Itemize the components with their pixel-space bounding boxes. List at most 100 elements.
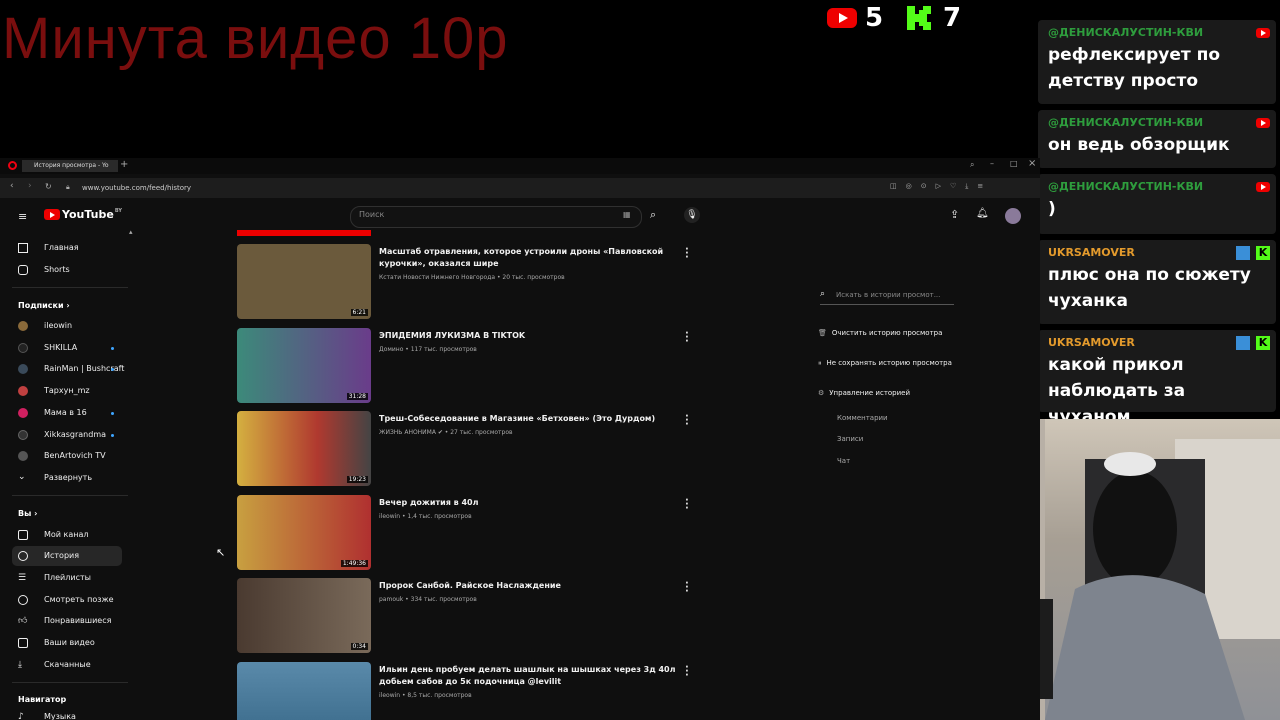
sidebar-item-watch-later[interactable]: Смотреть позже	[12, 590, 122, 610]
video-thumbnail[interactable]: 0:34	[237, 578, 371, 653]
kick-icon: K	[1256, 246, 1270, 260]
reload-icon[interactable]: ↻	[45, 182, 52, 191]
close-icon[interactable]: ×	[1028, 158, 1036, 169]
more-actions-icon[interactable]: · · ·	[685, 329, 691, 347]
more-actions-icon[interactable]: · · ·	[685, 663, 691, 681]
history-posts-link[interactable]: Записи	[837, 435, 863, 443]
manage-history-button[interactable]: ⚙ Управление историей	[818, 389, 910, 397]
sidebar-item-subscription[interactable]: Тархун_mz	[12, 381, 122, 401]
more-actions-icon[interactable]: · · ·	[685, 496, 691, 514]
search-bar[interactable]: Поиск ▦	[350, 206, 642, 228]
sidebar-item-liked[interactable]: 👍︎ Понравившиеся	[12, 611, 122, 631]
youtube-home-logo[interactable]: YouTube BY	[44, 208, 122, 221]
history-search[interactable]: ⌕ Искать в истории просмот...	[820, 288, 954, 305]
chat-text: плюс она по сюжету чуханка	[1048, 265, 1251, 311]
video-thumbnail[interactable]	[237, 662, 371, 720]
sidebar-item-label: Развернуть	[44, 473, 93, 482]
channel-avatar	[18, 321, 28, 331]
back-icon[interactable]: ‹	[10, 181, 14, 191]
history-video-item[interactable]: 1:49:36 Вечер дожития в 40л ileowin • 1,…	[237, 495, 737, 571]
video-title[interactable]: ЭПИДЕМИЯ ЛУКИЗМА В TIKTOK	[379, 330, 679, 342]
sidebar-item-music[interactable]: ♪ Музыка	[12, 707, 122, 720]
history-video-item[interactable]: 0:34 Пророк Санбой. Райское Наслаждение …	[237, 578, 737, 654]
search-input[interactable]: Поиск	[359, 210, 384, 219]
subscriptions-header[interactable]: Подписки ›	[18, 301, 70, 310]
history-video-item[interactable]: 19:23 Треш-Собеседование в Магазине «Бет…	[237, 411, 737, 487]
more-actions-icon[interactable]: · · ·	[685, 579, 691, 597]
chevron-down-icon: ⌄	[18, 472, 26, 482]
chat-message: @ДЕНИСКАЛУСТИН-КВИ он ведь обзорщик	[1038, 110, 1276, 168]
sidebar-item-playlists[interactable]: ☰ Плейлисты	[12, 568, 122, 588]
music-icon: ♪	[18, 712, 24, 720]
video-title[interactable]: Пророк Санбой. Райское Наслаждение	[379, 580, 679, 592]
sidebar-item-label: ileowin	[44, 321, 73, 330]
more-actions-icon[interactable]: · · ·	[685, 412, 691, 430]
account-avatar[interactable]	[1005, 208, 1021, 224]
sidebar-item-subscription[interactable]: Xikkasgrandma	[12, 425, 122, 445]
browser-tab[interactable]: История просмотра - Yo	[22, 160, 118, 172]
maximize-icon[interactable]: □	[1010, 159, 1018, 168]
lock-icon: 🔒︎	[66, 183, 70, 191]
badge-icon	[1236, 246, 1250, 260]
notifications-icon[interactable]: 🔔︎	[976, 208, 989, 219]
url-field[interactable]: www.youtube.com/feed/history	[82, 184, 191, 192]
sidebar-item-history[interactable]: История	[12, 546, 122, 566]
video-thumbnail[interactable]: 19:23	[237, 411, 371, 486]
opera-logo-icon[interactable]	[8, 161, 17, 170]
sidebar-item-subscription[interactable]: BenArtovich TV	[12, 446, 122, 466]
sidebar-item-my-channel[interactable]: Мой канал	[12, 525, 122, 545]
youtube-icon	[1256, 118, 1270, 128]
minimize-icon[interactable]: –	[990, 159, 994, 168]
channel-icon	[18, 530, 28, 540]
voice-search-icon[interactable]: 🎙︎	[684, 207, 700, 223]
youtube-viewers-value: 5	[865, 3, 884, 33]
video-title[interactable]: Вечер дожития в 40л	[379, 497, 679, 509]
trash-icon: 🗑︎	[818, 329, 827, 337]
extension-icons[interactable]: ◫◎⊙▷♡⤓≡	[890, 182, 992, 191]
sidebar-item-label: История	[44, 551, 80, 560]
sidebar-item-your-videos[interactable]: Ваши видео	[12, 633, 122, 653]
history-video-item[interactable]: Ильин день пробуем делать шашлык на шышк…	[237, 662, 737, 720]
more-actions-icon[interactable]: · · ·	[685, 245, 691, 263]
video-title[interactable]: Ильин день пробуем делать шашлык на шышк…	[379, 664, 679, 688]
sidebar-item-home[interactable]: Главная	[12, 238, 122, 258]
divider	[12, 682, 128, 683]
youtube-icon	[1256, 28, 1270, 38]
history-video-item[interactable]: 31:28 ЭПИДЕМИЯ ЛУКИЗМА В TIKTOK Домино •…	[237, 328, 737, 404]
sidebar-item-shorts[interactable]: Shorts	[12, 260, 122, 280]
video-meta: ileowin • 1,4 тыс. просмотров	[379, 513, 472, 520]
clear-history-button[interactable]: 🗑︎ Очистить историю просмотра	[818, 329, 942, 337]
video-thumbnail[interactable]: 1:49:36	[237, 495, 371, 570]
history-chat-link[interactable]: Чат	[837, 457, 850, 465]
forward-icon[interactable]: ›	[28, 181, 32, 191]
keyboard-icon[interactable]: ▦	[623, 210, 631, 219]
video-title[interactable]: Треш-Собеседование в Магазине «Бетховен»…	[379, 413, 679, 425]
sidebar-item-label: BenArtovich TV	[44, 451, 106, 460]
scroll-up-icon[interactable]: ▴	[129, 228, 133, 236]
sidebar-item-subscription[interactable]: RainMan | Bushcraft	[12, 359, 124, 379]
video-thumbnail[interactable]: 6:21	[237, 244, 371, 319]
sidebar-item-expand[interactable]: ⌄ Развернуть	[12, 468, 122, 488]
history-comments-link[interactable]: Комментарии	[837, 414, 888, 422]
channel-avatar	[18, 430, 28, 440]
you-header[interactable]: Вы ›	[18, 509, 37, 518]
sidebar-item-subscription[interactable]: ileowin	[12, 316, 122, 336]
sidebar-item-downloads[interactable]: ⤓ Скачанные	[12, 655, 122, 675]
upload-icon[interactable]: ⇪	[950, 208, 959, 221]
search-tabs-icon[interactable]: ⌕	[970, 160, 974, 170]
sidebar-item-subscription[interactable]: SHKILLA	[12, 338, 122, 358]
sidebar-item-subscription[interactable]: Мама в 16	[12, 403, 122, 423]
kick-icon: K	[1256, 336, 1270, 350]
search-icon[interactable]: ⌕	[650, 208, 656, 222]
history-search-input[interactable]: Искать в истории просмот...	[836, 291, 940, 299]
history-video-item[interactable]: 6:21 Масштаб отравления, которое устроил…	[237, 244, 737, 320]
new-content-dot	[111, 412, 114, 415]
video-thumbnail[interactable]: 31:28	[237, 328, 371, 403]
badge-icon	[1236, 336, 1250, 350]
menu-icon[interactable]: ≡	[18, 210, 27, 223]
chat-message: @ДЕНИСКАЛУСТИН-КВИ )	[1038, 174, 1276, 234]
pause-history-button[interactable]: ⏸︎ Не сохранять историю просмотра	[818, 359, 952, 368]
new-tab-icon[interactable]: +	[120, 159, 128, 170]
video-title[interactable]: Масштаб отравления, которое устроили дро…	[379, 246, 679, 270]
new-content-dot	[111, 434, 114, 437]
